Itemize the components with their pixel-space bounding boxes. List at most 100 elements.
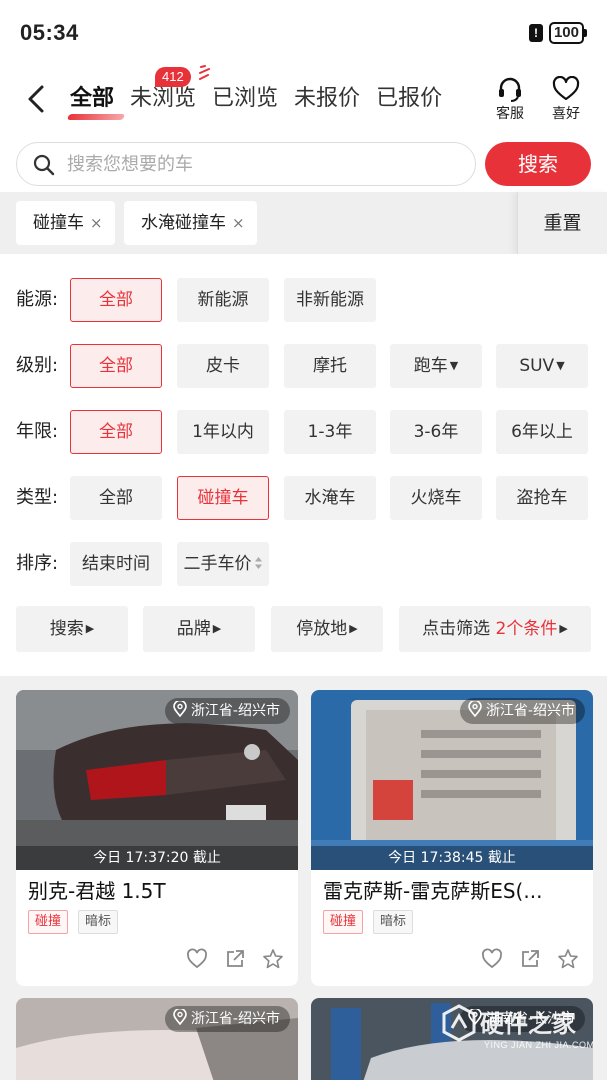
- customer-service-button[interactable]: 客服: [490, 76, 530, 123]
- chip-label: 碰撞车: [33, 213, 84, 233]
- sort-label: 排序:: [16, 553, 59, 574]
- search-icon: [33, 154, 55, 176]
- level-option-all[interactable]: 全部: [70, 344, 162, 388]
- age-option-1-3[interactable]: 1-3年: [284, 410, 376, 454]
- chip-label: 水淹碰撞车: [141, 213, 226, 233]
- active-filter-chip[interactable]: 碰撞车 ×: [16, 201, 115, 245]
- level-option-suv[interactable]: SUV ▼: [496, 344, 588, 388]
- listing-card[interactable]: 浙江省-绍兴市 今日 17:37:20 截止 别克-君越 1.5T 碰撞 暗标: [16, 690, 298, 986]
- tab-unviewed-label: 未浏览: [130, 86, 197, 111]
- deadline-bar: 今日 17:37:20 截止: [16, 846, 298, 870]
- shortcut-location-button[interactable]: 停放地 ▶: [271, 606, 383, 652]
- energy-filter-row: 能源: 全部 新能源 非新能源: [0, 278, 607, 322]
- search-row: 搜索: [0, 134, 607, 192]
- caret-right-icon: ▶: [212, 622, 222, 635]
- level-filter-label: 级别:: [16, 355, 59, 376]
- watermark-url: YING JIAN ZHI JIA.COM: [484, 1040, 595, 1050]
- energy-option-new[interactable]: 新能源: [177, 278, 269, 322]
- energy-option-all[interactable]: 全部: [70, 278, 162, 322]
- age-option-all[interactable]: 全部: [70, 410, 162, 454]
- bid-type-tag: 暗标: [373, 910, 414, 934]
- star-icon[interactable]: [557, 948, 579, 970]
- age-filter-row: 年限: 全部 1年以内 1-3年 3-6年 6年以上: [0, 410, 607, 454]
- watermark-logo-icon: [442, 1004, 476, 1042]
- back-button[interactable]: [22, 82, 52, 116]
- energy-option-non-new[interactable]: 非新能源: [284, 278, 376, 322]
- like-heart-icon[interactable]: [481, 948, 503, 970]
- watermark-name: 硬件之家: [480, 1010, 576, 1038]
- type-option-all[interactable]: 全部: [70, 476, 162, 520]
- location-pin-icon: [173, 699, 187, 718]
- tab-quoted-label: 已报价: [376, 86, 443, 111]
- search-input[interactable]: [67, 143, 467, 185]
- like-heart-icon[interactable]: [186, 948, 208, 970]
- tab-viewed[interactable]: 已浏览: [204, 64, 286, 134]
- unviewed-count-badge: 412: [155, 67, 191, 87]
- tab-viewed-label: 已浏览: [212, 86, 279, 111]
- alert-icon: !: [528, 24, 543, 42]
- favorites-button[interactable]: 喜好: [546, 76, 586, 123]
- location-pin-icon: [173, 1007, 187, 1026]
- sports-car-label: 跑车: [413, 356, 448, 376]
- shortcut-search-button[interactable]: 搜索 ▶: [16, 606, 128, 652]
- reset-button[interactable]: 重置: [517, 192, 607, 254]
- location-pin-icon: [468, 699, 482, 718]
- share-icon[interactable]: [519, 948, 541, 970]
- sort-price-label: 二手车价: [183, 554, 252, 574]
- location-text: 浙江省-绍兴市: [485, 703, 575, 719]
- tab-unviewed[interactable]: 未浏览 412: [122, 64, 211, 134]
- age-option-under-1[interactable]: 1年以内: [177, 410, 269, 454]
- shortcut-row: 搜索 ▶ 品牌 ▶ 停放地 ▶ 点击筛选 2个条件 ▶: [0, 606, 607, 652]
- customer-service-label: 客服: [496, 106, 524, 122]
- age-filter-label: 年限:: [16, 421, 59, 442]
- battery-icon: 100: [548, 22, 587, 44]
- top-nav: 全部 未浏览 412 已浏览 未报价 已报价 客服 喜好: [0, 64, 607, 134]
- level-option-sports-car[interactable]: 跑车 ▼: [390, 344, 482, 388]
- type-option-flood[interactable]: 水淹车: [284, 476, 376, 520]
- type-option-fire[interactable]: 火烧车: [390, 476, 482, 520]
- listing-card[interactable]: 浙江省-绍兴市 今日 17:38:45 截止 雷克萨斯-雷克萨斯ES(... 碰…: [311, 690, 593, 986]
- star-icon[interactable]: [262, 948, 284, 970]
- tab-all-label: 全部: [70, 86, 115, 111]
- sort-option-end-time[interactable]: 结束时间: [70, 542, 162, 586]
- share-icon[interactable]: [224, 948, 246, 970]
- battery-tip: [584, 29, 587, 37]
- tab-quoted[interactable]: 已报价: [368, 64, 450, 134]
- active-tab-indicator: [66, 114, 126, 120]
- battery-level: 100: [548, 22, 584, 44]
- active-filters-bar: 碰撞车 × 水淹碰撞车 × 重置: [0, 192, 607, 254]
- search-button[interactable]: 搜索: [485, 142, 591, 186]
- shortcut-filter-label: 点击筛选: [422, 619, 491, 639]
- tab-bar: 全部 未浏览 412 已浏览 未报价 已报价: [62, 64, 450, 134]
- suv-label: SUV: [519, 356, 555, 376]
- level-option-pickup[interactable]: 皮卡: [177, 344, 269, 388]
- type-option-collision[interactable]: 碰撞车: [177, 476, 269, 520]
- energy-filter-label: 能源:: [16, 289, 59, 310]
- dropdown-caret-icon: ▼: [449, 359, 459, 372]
- card-actions: [186, 948, 284, 970]
- sort-option-price[interactable]: 二手车价: [177, 542, 269, 586]
- status-time: 05:34: [20, 20, 79, 45]
- level-option-motorcycle[interactable]: 摩托: [284, 344, 376, 388]
- location-text: 浙江省-绍兴市: [190, 1011, 280, 1027]
- active-filter-chip[interactable]: 水淹碰撞车 ×: [124, 201, 257, 245]
- age-option-over-6[interactable]: 6年以上: [496, 410, 588, 454]
- location-tag: 浙江省-绍兴市: [459, 698, 585, 724]
- shortcut-filter-button[interactable]: 点击筛选 2个条件 ▶: [399, 606, 591, 652]
- remove-chip-icon[interactable]: ×: [90, 214, 103, 232]
- damage-tag: 碰撞: [28, 910, 69, 934]
- caret-right-icon: ▶: [85, 622, 95, 635]
- damage-tag: 碰撞: [323, 910, 364, 934]
- age-option-3-6[interactable]: 3-6年: [390, 410, 482, 454]
- shortcut-brand-button[interactable]: 品牌 ▶: [143, 606, 255, 652]
- tab-all[interactable]: 全部: [62, 64, 126, 134]
- shortcut-brand-label: 品牌: [176, 619, 211, 639]
- tab-unquoted-label: 未报价: [294, 86, 361, 111]
- shortcut-search-label: 搜索: [49, 619, 84, 639]
- filter-count-label: 2个条件: [495, 619, 558, 639]
- tab-unquoted[interactable]: 未报价: [286, 64, 368, 134]
- type-option-theft[interactable]: 盗抢车: [496, 476, 588, 520]
- listing-card[interactable]: 浙江省-绍兴市: [16, 998, 298, 1080]
- site-watermark: 硬件之家 YING JIAN ZHI JIA.COM: [440, 1000, 600, 1060]
- remove-chip-icon[interactable]: ×: [232, 214, 245, 232]
